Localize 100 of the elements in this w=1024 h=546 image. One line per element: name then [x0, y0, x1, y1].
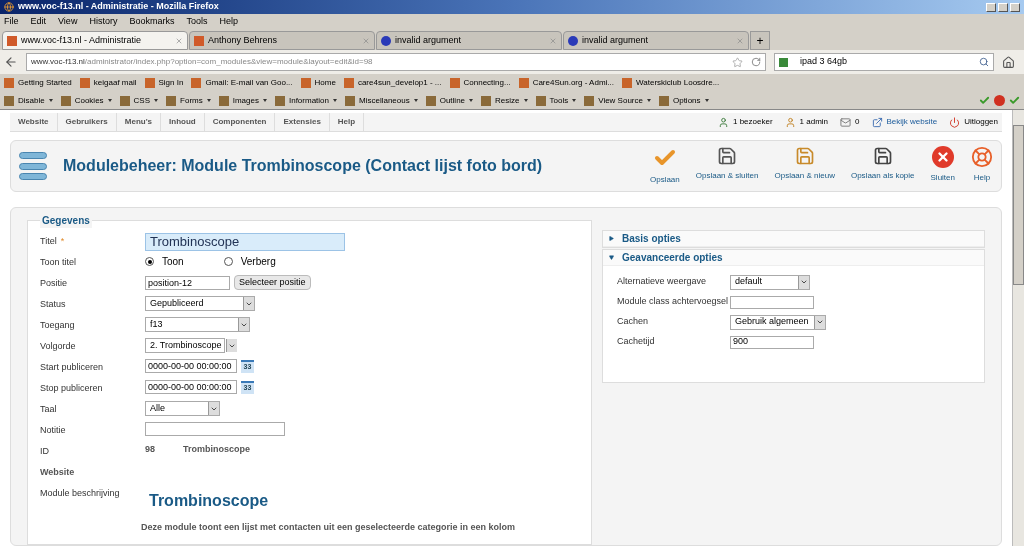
toolbar-menu[interactable]: Outline	[439, 94, 466, 107]
date-field[interactable]: 0000-00-00 00:00:00	[145, 359, 237, 373]
text-field[interactable]: 900	[730, 335, 814, 349]
star-icon[interactable]	[732, 56, 743, 68]
status-link[interactable]: Uitloggen	[964, 116, 998, 128]
dropdown-caret-icon	[646, 99, 651, 102]
tab-title: www.voc-f13.nl - Administratie	[21, 33, 142, 47]
field-label: Positie	[40, 277, 67, 290]
menu-item[interactable]: Help	[219, 15, 238, 29]
search-text: ipad 3 64gb	[800, 55, 848, 69]
dropdown-caret-icon	[413, 99, 418, 102]
bookmark-link[interactable]: keigaaf mail	[93, 77, 137, 89]
site-icon	[7, 35, 17, 46]
bookmark-link[interactable]: Getting Started	[18, 77, 72, 89]
bookmark-link[interactable]: Sign In	[158, 77, 184, 89]
reload-icon[interactable]	[751, 57, 761, 67]
menu-item[interactable]: Bookmarks	[129, 15, 175, 29]
menu-item[interactable]: Edit	[30, 15, 47, 29]
back-icon[interactable]	[4, 55, 18, 69]
toolbar-icon	[4, 95, 14, 106]
text-field[interactable]	[145, 422, 285, 436]
toolbar-menu[interactable]: Disable	[18, 94, 45, 107]
select-position-button[interactable]: Selecteer positie	[234, 275, 311, 290]
id-value: 98	[145, 443, 155, 456]
admin-menu-item[interactable]: Help	[329, 113, 365, 131]
menu-item[interactable]: File	[4, 15, 19, 29]
text-field[interactable]	[730, 295, 814, 309]
close-icon[interactable]	[1010, 2, 1020, 12]
bookmark-link[interactable]: care4sun_develop1 - ...	[357, 77, 442, 89]
admin-menu-item[interactable]: Extensies	[275, 113, 330, 131]
error-icon	[994, 95, 1005, 106]
toolbar-menu[interactable]: Tools	[549, 94, 569, 107]
field-label: Toegang	[40, 319, 75, 332]
toolbar-icon	[425, 95, 436, 106]
field-label: Titel	[40, 235, 57, 248]
toolbar-menu[interactable]: Images	[232, 94, 259, 107]
dropdown[interactable]: Gepubliceerd	[145, 296, 255, 311]
toolbar-button[interactable]: Opslaan & sluiten	[695, 146, 759, 186]
bookmark-link[interactable]: Waterskiclub Loosdre...	[636, 77, 720, 89]
text-field[interactable]: Trombinoscope	[145, 233, 345, 251]
admin-menu-item[interactable]: Website	[10, 113, 58, 131]
checkmark-icon	[1009, 95, 1020, 106]
toolbar-button[interactable]: Sluiten	[930, 146, 955, 186]
dropdown[interactable]: Alle	[145, 401, 220, 416]
toolbar-menu[interactable]: CSS	[133, 94, 151, 107]
admin-menu-item[interactable]: Menu's	[116, 113, 162, 131]
dropdown-caret-icon	[469, 99, 474, 102]
bookmark-link[interactable]: Connecting...	[463, 77, 511, 89]
bookmark-icon	[518, 78, 529, 88]
status-link[interactable]: Bekijk website	[886, 116, 938, 128]
toolbar-button[interactable]: Opslaan & nieuw	[774, 146, 835, 186]
dropdown-caret-icon	[704, 99, 709, 102]
new-tab-button[interactable]: +	[750, 31, 770, 50]
toolbar-menu[interactable]: Forms	[180, 94, 203, 107]
text-field[interactable]: position-12	[145, 275, 230, 290]
accordion-header[interactable]: Basis opties	[603, 231, 984, 247]
browser-tab[interactable]: www.voc-f13.nl - Administratie	[2, 31, 188, 50]
admin-menu-item[interactable]: Gebruikers	[57, 113, 117, 131]
bookmark-icon	[191, 78, 202, 88]
toolbar-menu[interactable]: Resize	[495, 94, 520, 107]
dropdown-caret-icon	[523, 99, 528, 102]
browser-tab[interactable]: invalid argument	[376, 31, 562, 50]
toolbar-icon	[481, 95, 492, 106]
browser-tab[interactable]: Anthony Behrens	[189, 31, 375, 50]
bookmark-link[interactable]: Gmail: E-mail van Goo...	[205, 77, 293, 89]
home-icon[interactable]	[1002, 55, 1015, 69]
search-icon[interactable]	[979, 57, 989, 67]
dropdown[interactable]: Gebruik algemeen	[730, 314, 826, 330]
radio-button[interactable]	[223, 257, 233, 266]
bookmark-icon	[4, 78, 14, 88]
field-label: Website	[40, 466, 75, 479]
toolbar-button[interactable]: Opslaan	[649, 146, 680, 186]
menu-item[interactable]: History	[89, 15, 118, 29]
accordion-header[interactable]: Geavanceerde opties	[603, 250, 984, 266]
address-field[interactable]: www.voc-f13.nl/administrator/index.php?option=com_modules&view=module&layout=edit&id=98	[26, 53, 766, 71]
radio-button[interactable]	[145, 257, 154, 266]
menu-item[interactable]: View	[58, 15, 78, 29]
toolbar-menu[interactable]: View Source	[598, 94, 643, 107]
dropdown[interactable]: f13	[145, 317, 250, 332]
field-label: Cachetijd	[617, 335, 656, 349]
toolbar-menu[interactable]: Miscellaneous	[359, 94, 410, 107]
date-field[interactable]: 0000-00-00 00:00:00	[145, 380, 237, 394]
bookmark-link[interactable]: Home	[314, 77, 336, 89]
browser-tab[interactable]: invalid argument	[563, 31, 749, 50]
search-field[interactable]: ipad 3 64gb	[774, 53, 994, 71]
scrollbar-thumb[interactable]	[1013, 125, 1024, 285]
admin-menu-item[interactable]: Inhoud	[161, 113, 205, 131]
toolbar-button[interactable]: Opslaan als kopie	[850, 146, 915, 186]
dropdown[interactable]: default	[730, 274, 810, 290]
toolbar-menu[interactable]: Options	[672, 94, 701, 107]
toolbar-menu[interactable]: Cookies	[74, 94, 104, 107]
scrollbar[interactable]	[1012, 110, 1024, 546]
toolbar-menu[interactable]: Information	[288, 94, 329, 107]
minimize-icon[interactable]	[986, 2, 996, 12]
restore-icon[interactable]	[998, 2, 1008, 12]
admin-menu-item[interactable]: Componenten	[204, 113, 276, 131]
menu-item[interactable]: Tools	[186, 15, 208, 29]
toolbar-button[interactable]: Help	[971, 146, 993, 186]
user-icon	[784, 116, 796, 128]
bookmark-link[interactable]: Care4Sun.org - Admi...	[532, 77, 614, 89]
